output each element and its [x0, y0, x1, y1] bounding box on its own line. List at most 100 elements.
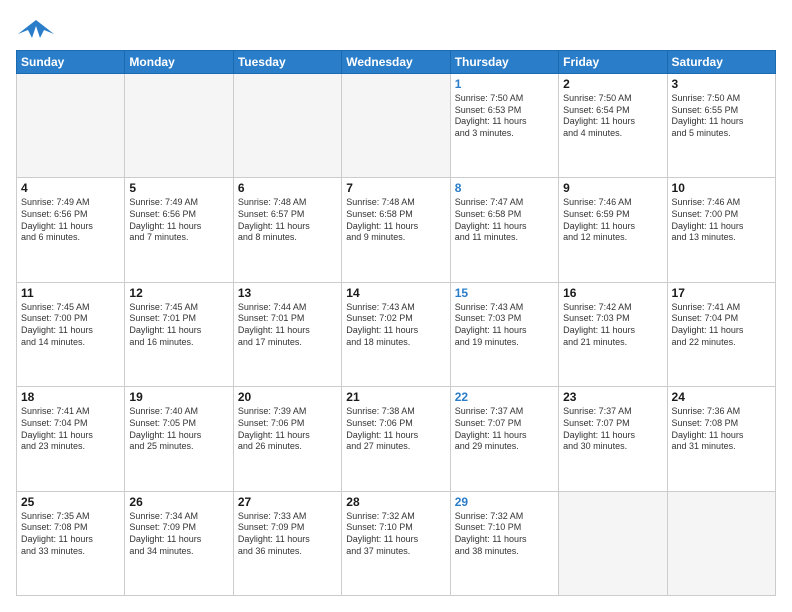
day-info: Sunrise: 7:42 AM Sunset: 7:03 PM Dayligh… [563, 302, 662, 349]
calendar-week-3: 11 Sunrise: 7:45 AM Sunset: 7:00 PM Dayli… [17, 282, 776, 386]
day-info: Sunrise: 7:45 AM Sunset: 7:01 PM Dayligh… [129, 302, 228, 349]
calendar-cell: 2Sunrise: 7:50 AM Sunset: 6:54 PM Daylig… [559, 74, 667, 178]
calendar-cell: 3 Sunrise: 7:50 AM Sunset: 6:55 PM Daylig… [667, 74, 775, 178]
day-info: Sunrise: 7:33 AM Sunset: 7:09 PM Dayligh… [238, 511, 337, 558]
day-number: 27 [238, 495, 337, 509]
day-number: 28 [346, 495, 445, 509]
day-info: Sunrise: 7:35 AM Sunset: 7:08 PM Dayligh… [21, 511, 120, 558]
day-info: Sunrise: 7:34 AM Sunset: 7:09 PM Dayligh… [129, 511, 228, 558]
page: SundayMondayTuesdayWednesdayThursdayFrid… [0, 0, 792, 612]
calendar-cell: 28Sunrise: 7:32 AM Sunset: 7:10 PM Dayli… [342, 491, 450, 595]
calendar-cell: 27 Sunrise: 7:33 AM Sunset: 7:09 PM Dayli… [233, 491, 341, 595]
calendar-cell [667, 491, 775, 595]
calendar-cell: 6 Sunrise: 7:48 AM Sunset: 6:57 PM Daylig… [233, 178, 341, 282]
calendar-cell: 26 Sunrise: 7:34 AM Sunset: 7:09 PM Dayli… [125, 491, 233, 595]
calendar-cell: 23Sunrise: 7:37 AM Sunset: 7:07 PM Dayli… [559, 387, 667, 491]
calendar-header-saturday: Saturday [667, 51, 775, 74]
day-number: 3 [672, 77, 771, 91]
logo-bird-icon [18, 16, 54, 46]
calendar-cell [233, 74, 341, 178]
calendar-cell: 8Sunrise: 7:47 AM Sunset: 6:58 PM Daylig… [450, 178, 558, 282]
day-number: 6 [238, 181, 337, 195]
calendar-header-friday: Friday [559, 51, 667, 74]
day-number: 8 [455, 181, 554, 195]
day-info: Sunrise: 7:50 AM Sunset: 6:53 PM Dayligh… [455, 93, 554, 140]
calendar-cell: 14 Sunrise: 7:43 AM Sunset: 7:02 PM Dayli… [342, 282, 450, 386]
day-number: 23 [563, 390, 662, 404]
calendar-cell: 9 Sunrise: 7:46 AM Sunset: 6:59 PM Daylig… [559, 178, 667, 282]
day-info: Sunrise: 7:48 AM Sunset: 6:58 PM Dayligh… [346, 197, 445, 244]
calendar-cell: 22 Sunrise: 7:37 AM Sunset: 7:07 PM Dayli… [450, 387, 558, 491]
calendar-cell [17, 74, 125, 178]
day-info: Sunrise: 7:48 AM Sunset: 6:57 PM Dayligh… [238, 197, 337, 244]
day-number: 4 [21, 181, 120, 195]
calendar-header-thursday: Thursday [450, 51, 558, 74]
calendar-week-5: 25 Sunrise: 7:35 AM Sunset: 7:08 PM Dayli… [17, 491, 776, 595]
calendar-header-sunday: Sunday [17, 51, 125, 74]
calendar-cell [342, 74, 450, 178]
day-number: 9 [563, 181, 662, 195]
calendar-header-wednesday: Wednesday [342, 51, 450, 74]
day-number: 22 [455, 390, 554, 404]
day-number: 24 [672, 390, 771, 404]
day-number: 12 [129, 286, 228, 300]
day-number: 26 [129, 495, 228, 509]
day-info: Sunrise: 7:43 AM Sunset: 7:02 PM Dayligh… [346, 302, 445, 349]
day-number: 14 [346, 286, 445, 300]
day-number: 15 [455, 286, 554, 300]
day-info: Sunrise: 7:36 AM Sunset: 7:08 PM Dayligh… [672, 406, 771, 453]
day-number: 7 [346, 181, 445, 195]
calendar-cell: 16 Sunrise: 7:42 AM Sunset: 7:03 PM Dayli… [559, 282, 667, 386]
calendar-header-tuesday: Tuesday [233, 51, 341, 74]
day-number: 10 [672, 181, 771, 195]
calendar-cell [559, 491, 667, 595]
day-number: 5 [129, 181, 228, 195]
day-number: 19 [129, 390, 228, 404]
calendar-cell: 13 Sunrise: 7:44 AM Sunset: 7:01 PM Dayli… [233, 282, 341, 386]
calendar-header-row: SundayMondayTuesdayWednesdayThursdayFrid… [17, 51, 776, 74]
calendar-cell: 17Sunrise: 7:41 AM Sunset: 7:04 PM Dayli… [667, 282, 775, 386]
calendar-cell: 29 Sunrise: 7:32 AM Sunset: 7:10 PM Dayli… [450, 491, 558, 595]
calendar-week-4: 18 Sunrise: 7:41 AM Sunset: 7:04 PM Dayli… [17, 387, 776, 491]
day-number: 2 [563, 77, 662, 91]
day-info: Sunrise: 7:45 AM Sunset: 7:00 PM Dayligh… [21, 302, 120, 349]
header [16, 16, 776, 42]
day-number: 16 [563, 286, 662, 300]
calendar-cell: 20Sunrise: 7:39 AM Sunset: 7:06 PM Dayli… [233, 387, 341, 491]
calendar-cell: 12 Sunrise: 7:45 AM Sunset: 7:01 PM Dayli… [125, 282, 233, 386]
calendar-cell: 18 Sunrise: 7:41 AM Sunset: 7:04 PM Dayli… [17, 387, 125, 491]
calendar-cell: 25 Sunrise: 7:35 AM Sunset: 7:08 PM Dayli… [17, 491, 125, 595]
day-number: 20 [238, 390, 337, 404]
logo [16, 16, 54, 42]
day-info: Sunrise: 7:50 AM Sunset: 6:55 PM Dayligh… [672, 93, 771, 140]
calendar-cell: 15 Sunrise: 7:43 AM Sunset: 7:03 PM Dayli… [450, 282, 558, 386]
day-info: Sunrise: 7:32 AM Sunset: 7:10 PM Dayligh… [455, 511, 554, 558]
calendar-cell: 1Sunrise: 7:50 AM Sunset: 6:53 PM Daylig… [450, 74, 558, 178]
calendar-cell [125, 74, 233, 178]
day-info: Sunrise: 7:40 AM Sunset: 7:05 PM Dayligh… [129, 406, 228, 453]
day-info: Sunrise: 7:41 AM Sunset: 7:04 PM Dayligh… [21, 406, 120, 453]
calendar-cell: 21 Sunrise: 7:38 AM Sunset: 7:06 PM Dayli… [342, 387, 450, 491]
day-info: Sunrise: 7:49 AM Sunset: 6:56 PM Dayligh… [21, 197, 120, 244]
day-info: Sunrise: 7:49 AM Sunset: 6:56 PM Dayligh… [129, 197, 228, 244]
day-number: 21 [346, 390, 445, 404]
calendar-header-monday: Monday [125, 51, 233, 74]
day-info: Sunrise: 7:38 AM Sunset: 7:06 PM Dayligh… [346, 406, 445, 453]
day-info: Sunrise: 7:46 AM Sunset: 6:59 PM Dayligh… [563, 197, 662, 244]
day-number: 25 [21, 495, 120, 509]
day-number: 18 [21, 390, 120, 404]
day-number: 17 [672, 286, 771, 300]
day-info: Sunrise: 7:37 AM Sunset: 7:07 PM Dayligh… [455, 406, 554, 453]
calendar-cell: 7 Sunrise: 7:48 AM Sunset: 6:58 PM Daylig… [342, 178, 450, 282]
day-number: 13 [238, 286, 337, 300]
day-info: Sunrise: 7:44 AM Sunset: 7:01 PM Dayligh… [238, 302, 337, 349]
calendar-week-1: 1Sunrise: 7:50 AM Sunset: 6:53 PM Daylig… [17, 74, 776, 178]
calendar-cell: 11 Sunrise: 7:45 AM Sunset: 7:00 PM Dayli… [17, 282, 125, 386]
calendar-table: SundayMondayTuesdayWednesdayThursdayFrid… [16, 50, 776, 596]
calendar-cell: 19 Sunrise: 7:40 AM Sunset: 7:05 PM Dayli… [125, 387, 233, 491]
day-number: 29 [455, 495, 554, 509]
day-info: Sunrise: 7:43 AM Sunset: 7:03 PM Dayligh… [455, 302, 554, 349]
calendar-week-2: 4 Sunrise: 7:49 AM Sunset: 6:56 PM Daylig… [17, 178, 776, 282]
day-info: Sunrise: 7:46 AM Sunset: 7:00 PM Dayligh… [672, 197, 771, 244]
day-number: 11 [21, 286, 120, 300]
